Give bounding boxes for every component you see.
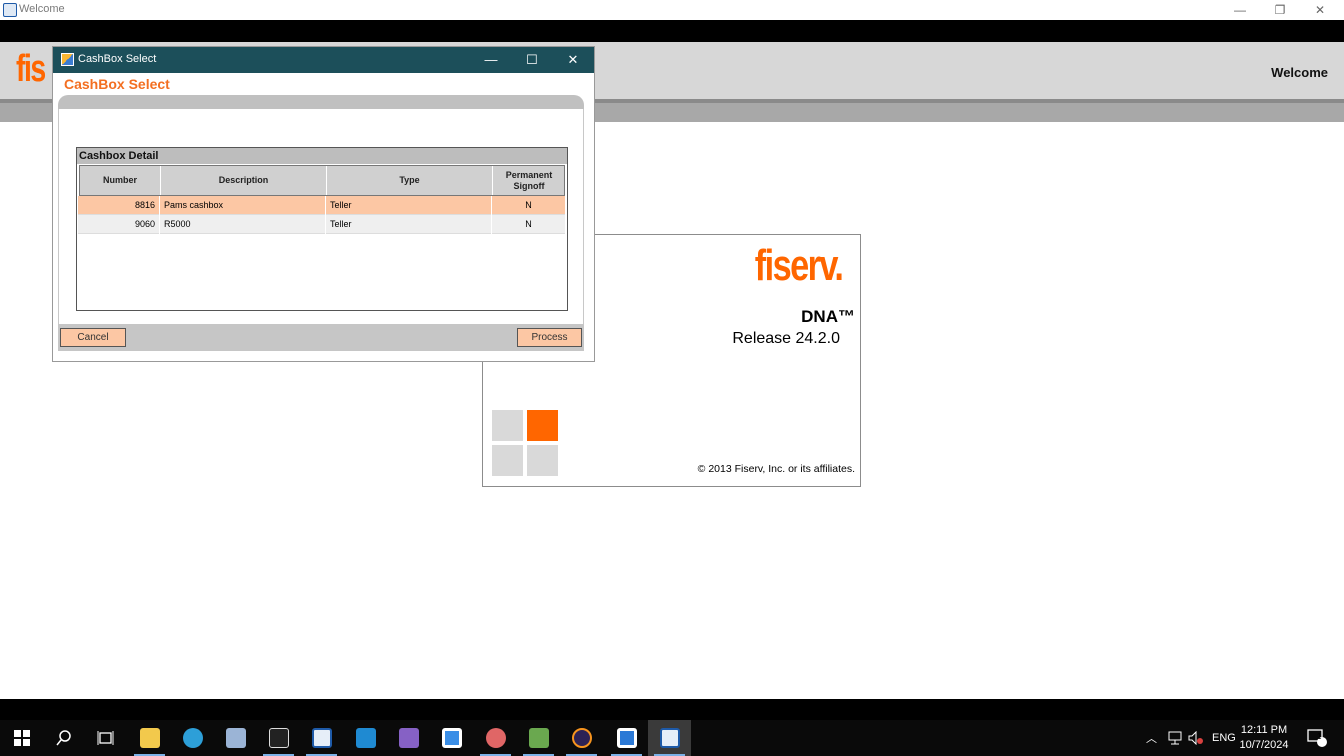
dialog-footer: Cancel Process — [58, 324, 584, 351]
dialog-titlebar: CashBox Select — ☐ ✕ — [53, 47, 594, 73]
cell-number: 8816 — [78, 196, 160, 215]
cell-type: Teller — [326, 215, 492, 234]
file-explorer-icon[interactable] — [128, 720, 171, 756]
paint-icon[interactable] — [474, 720, 517, 756]
restore-button[interactable]: ❐ — [1260, 0, 1300, 20]
cell-signoff: N — [492, 196, 566, 215]
process-button[interactable]: Process — [517, 328, 582, 347]
taskbar: ︿ ENG 12:11 PM 10/7/2024 1 — [0, 720, 1344, 756]
cell-signoff: N — [492, 215, 566, 234]
dna-welcome-icon[interactable] — [648, 720, 691, 756]
notification-count: 1 — [1317, 732, 1322, 741]
product-name: DNA™ — [801, 307, 855, 326]
logo-tile-gray — [492, 410, 523, 441]
app-window-icon[interactable] — [430, 720, 473, 756]
search-icon[interactable] — [42, 720, 85, 756]
window-title: Welcome — [19, 3, 65, 15]
show-hidden-icons[interactable]: ︿ — [1146, 720, 1157, 756]
cashbox-detail-section: Cashbox Detail Number Description Type P… — [76, 147, 568, 311]
logo-tile-gray — [492, 445, 523, 476]
cell-description: Pams cashbox — [160, 196, 326, 215]
cashbox-select-dialog: CashBox Select — ☐ ✕ CashBox Select Cash… — [52, 46, 595, 362]
logo-tile-orange — [527, 410, 558, 441]
close-button[interactable]: ✕ — [1300, 0, 1340, 20]
dialog-maximize-button[interactable]: ☐ — [512, 47, 552, 73]
clock-time: 12:11 PM — [1240, 724, 1288, 736]
section-title: Cashbox Detail — [77, 148, 567, 164]
volume-muted-icon[interactable] — [1188, 720, 1204, 756]
app-icon — [3, 3, 17, 17]
dialog-minimize-button[interactable]: — — [471, 47, 511, 73]
dialog-close-button[interactable]: ✕ — [553, 47, 593, 73]
eclipse-icon[interactable] — [560, 720, 603, 756]
terminal-icon[interactable] — [257, 720, 300, 756]
fiserv-logo: fiserv. — [754, 241, 843, 290]
taskbar-top-band — [0, 699, 1344, 720]
vscode-icon[interactable] — [344, 720, 387, 756]
dialog-heading: CashBox Select — [64, 76, 170, 92]
copyright: © 2013 Fiserv, Inc. or its affiliates. — [697, 463, 855, 475]
dialog-title: CashBox Select — [78, 53, 157, 65]
welcome-label: Welcome — [1271, 65, 1328, 80]
title-separator — [0, 20, 1344, 42]
edge-icon[interactable] — [171, 720, 214, 756]
cell-type: Teller — [326, 196, 492, 215]
notification-icon[interactable]: 1 — [1306, 720, 1328, 756]
language-indicator[interactable]: ENG — [1212, 720, 1236, 756]
column-header-type[interactable]: Type — [327, 166, 493, 195]
cell-number: 9060 — [78, 215, 160, 234]
fis-logo: fis — [16, 48, 46, 90]
notepad-icon[interactable] — [517, 720, 560, 756]
dna-app-icon[interactable] — [300, 720, 343, 756]
windows-start-icon[interactable] — [0, 720, 43, 756]
column-header-number[interactable]: Number — [80, 166, 161, 195]
clock-date: 10/7/2024 — [1239, 739, 1289, 751]
window-titlebar: Welcome — ❐ ✕ — [0, 0, 1344, 20]
grid-header: Number Description Type Permanent Signof… — [79, 165, 566, 196]
cell-description: R5000 — [160, 215, 326, 234]
visual-studio-icon[interactable] — [387, 720, 430, 756]
release-version: Release 24.2.0 — [732, 330, 840, 347]
app-icon[interactable] — [214, 720, 257, 756]
dialog-app-icon — [61, 53, 74, 66]
table-row[interactable]: 9060 R5000 Teller N — [78, 215, 566, 234]
network-icon[interactable] — [1168, 720, 1184, 756]
task-view-icon[interactable] — [84, 720, 127, 756]
minimize-button[interactable]: — — [1220, 0, 1260, 20]
table-row[interactable]: 8816 Pams cashbox Teller N — [78, 196, 566, 215]
cancel-button[interactable]: Cancel — [60, 328, 126, 347]
logo-tile-gray — [527, 445, 558, 476]
clock[interactable]: 12:11 PM 10/7/2024 — [1234, 723, 1294, 753]
column-header-permanent-signoff[interactable]: Permanent Signoff — [493, 166, 566, 195]
column-header-description[interactable]: Description — [161, 166, 327, 195]
app-window-2-icon[interactable] — [605, 720, 648, 756]
